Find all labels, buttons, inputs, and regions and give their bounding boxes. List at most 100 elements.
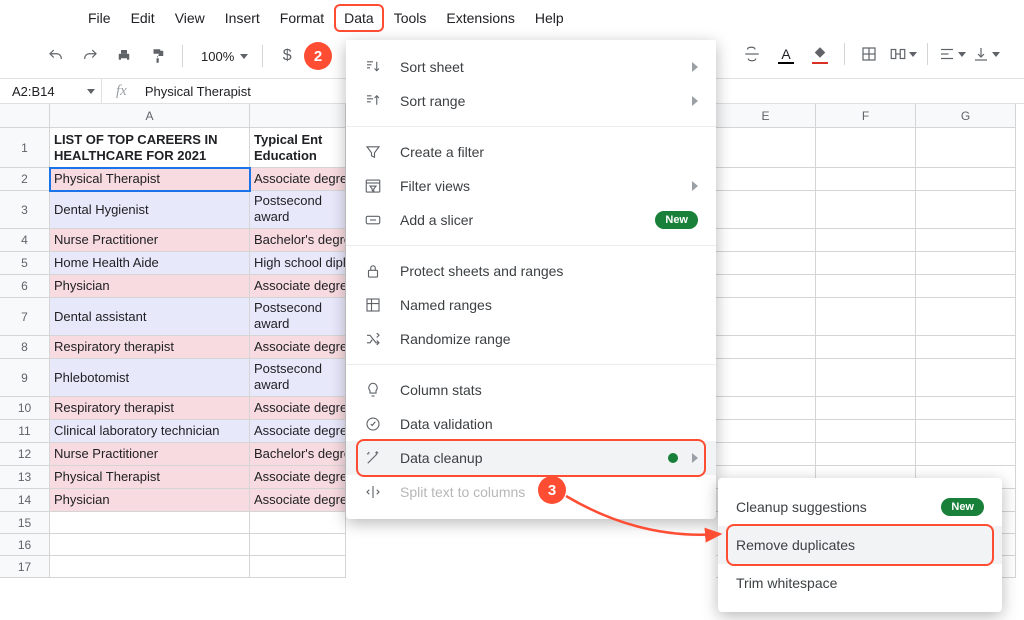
- cell[interactable]: [816, 128, 916, 168]
- menu-item-filter-views[interactable]: Filter views: [346, 169, 716, 203]
- cell[interactable]: [816, 191, 916, 229]
- cell[interactable]: Respiratory therapist: [50, 397, 250, 420]
- submenu-item-remove-duplicates[interactable]: Remove duplicates: [718, 526, 1002, 564]
- row-header[interactable]: 8: [0, 336, 50, 359]
- cell[interactable]: [716, 252, 816, 275]
- menu-data[interactable]: Data: [334, 4, 384, 32]
- cell[interactable]: Associate degree: [250, 466, 346, 489]
- cell[interactable]: Associate degree: [250, 275, 346, 298]
- row-header[interactable]: 16: [0, 534, 50, 556]
- cell[interactable]: [916, 298, 1016, 336]
- menu-item-create-a-filter[interactable]: Create a filter: [346, 135, 716, 169]
- cell[interactable]: Postsecondaward: [250, 359, 346, 397]
- cell[interactable]: Associate degree: [250, 336, 346, 359]
- select-all-corner[interactable]: [0, 104, 50, 128]
- cell[interactable]: [816, 420, 916, 443]
- cell[interactable]: Nurse Practitioner: [50, 443, 250, 466]
- cell[interactable]: Dental Hygienist: [50, 191, 250, 229]
- cell[interactable]: [816, 252, 916, 275]
- cell[interactable]: [916, 229, 1016, 252]
- cell[interactable]: [250, 534, 346, 556]
- row-header[interactable]: 13: [0, 466, 50, 489]
- menu-view[interactable]: View: [165, 4, 215, 32]
- cell[interactable]: Physician: [50, 275, 250, 298]
- cell[interactable]: Typical EntEducation: [250, 128, 346, 168]
- cell[interactable]: [816, 336, 916, 359]
- text-color-button[interactable]: A: [772, 40, 800, 68]
- print-button[interactable]: [110, 42, 138, 70]
- cell[interactable]: [916, 191, 1016, 229]
- cell[interactable]: Physician: [50, 489, 250, 512]
- cell[interactable]: Associate degree: [250, 420, 346, 443]
- cell[interactable]: Physical Therapist: [50, 466, 250, 489]
- cell[interactable]: Phlebotomist: [50, 359, 250, 397]
- cell[interactable]: [250, 556, 346, 578]
- name-box[interactable]: A2:B14: [0, 79, 102, 103]
- menu-item-data-cleanup[interactable]: Data cleanup: [346, 441, 716, 475]
- cell[interactable]: [816, 229, 916, 252]
- cell[interactable]: [250, 512, 346, 534]
- col-header-A[interactable]: A: [50, 104, 250, 128]
- borders-button[interactable]: [855, 40, 883, 68]
- menu-item-column-stats[interactable]: Column stats: [346, 373, 716, 407]
- formula-value[interactable]: Physical Therapist: [141, 84, 255, 99]
- cell[interactable]: [716, 229, 816, 252]
- cell[interactable]: Dental assistant: [50, 298, 250, 336]
- submenu-item-trim-whitespace[interactable]: Trim whitespace: [718, 564, 1002, 602]
- menu-tools[interactable]: Tools: [384, 4, 437, 32]
- menu-item-randomize-range[interactable]: Randomize range: [346, 322, 716, 356]
- menu-edit[interactable]: Edit: [121, 4, 165, 32]
- v-align-button[interactable]: [972, 40, 1000, 68]
- cell[interactable]: Bachelor's degree: [250, 229, 346, 252]
- menu-file[interactable]: File: [78, 4, 121, 32]
- cell[interactable]: [916, 252, 1016, 275]
- row-header[interactable]: 4: [0, 229, 50, 252]
- row-header[interactable]: 11: [0, 420, 50, 443]
- cell[interactable]: [816, 275, 916, 298]
- cell[interactable]: [916, 168, 1016, 191]
- cell[interactable]: Postsecondaward: [250, 298, 346, 336]
- cell[interactable]: [716, 443, 816, 466]
- col-header-E[interactable]: E: [716, 104, 816, 128]
- cell[interactable]: [816, 359, 916, 397]
- cell[interactable]: [816, 443, 916, 466]
- zoom-select[interactable]: 100%: [193, 49, 252, 64]
- cell[interactable]: [716, 128, 816, 168]
- menu-item-protect-sheets-and-ranges[interactable]: Protect sheets and ranges: [346, 254, 716, 288]
- h-align-button[interactable]: [938, 40, 966, 68]
- cell[interactable]: [916, 420, 1016, 443]
- paint-format-button[interactable]: [144, 42, 172, 70]
- row-header[interactable]: 7: [0, 298, 50, 336]
- row-header[interactable]: 12: [0, 443, 50, 466]
- cell[interactable]: [916, 397, 1016, 420]
- cell[interactable]: [716, 397, 816, 420]
- cell[interactable]: [916, 275, 1016, 298]
- menu-insert[interactable]: Insert: [215, 4, 270, 32]
- cell[interactable]: Associate degree: [250, 168, 346, 191]
- menu-help[interactable]: Help: [525, 4, 574, 32]
- cell[interactable]: [916, 359, 1016, 397]
- cell[interactable]: Associate degree: [250, 489, 346, 512]
- row-header[interactable]: 17: [0, 556, 50, 578]
- row-header[interactable]: 6: [0, 275, 50, 298]
- row-header[interactable]: 3: [0, 191, 50, 229]
- row-header[interactable]: 14: [0, 489, 50, 512]
- row-header[interactable]: 2: [0, 168, 50, 191]
- cell[interactable]: Postsecondaward: [250, 191, 346, 229]
- cell[interactable]: [816, 298, 916, 336]
- currency-button[interactable]: $: [273, 42, 301, 70]
- cell[interactable]: [716, 420, 816, 443]
- cell[interactable]: Home Health Aide: [50, 252, 250, 275]
- cell[interactable]: [50, 534, 250, 556]
- cell[interactable]: Associate degree: [250, 397, 346, 420]
- cell[interactable]: [50, 556, 250, 578]
- menu-item-add-a-slicer[interactable]: Add a slicerNew: [346, 203, 716, 237]
- cell[interactable]: [916, 128, 1016, 168]
- row-header[interactable]: 10: [0, 397, 50, 420]
- cell[interactable]: High school diploma: [250, 252, 346, 275]
- menu-extensions[interactable]: Extensions: [436, 4, 524, 32]
- cell[interactable]: Respiratory therapist: [50, 336, 250, 359]
- undo-button[interactable]: [42, 42, 70, 70]
- merge-button[interactable]: [889, 40, 917, 68]
- menu-item-named-ranges[interactable]: Named ranges: [346, 288, 716, 322]
